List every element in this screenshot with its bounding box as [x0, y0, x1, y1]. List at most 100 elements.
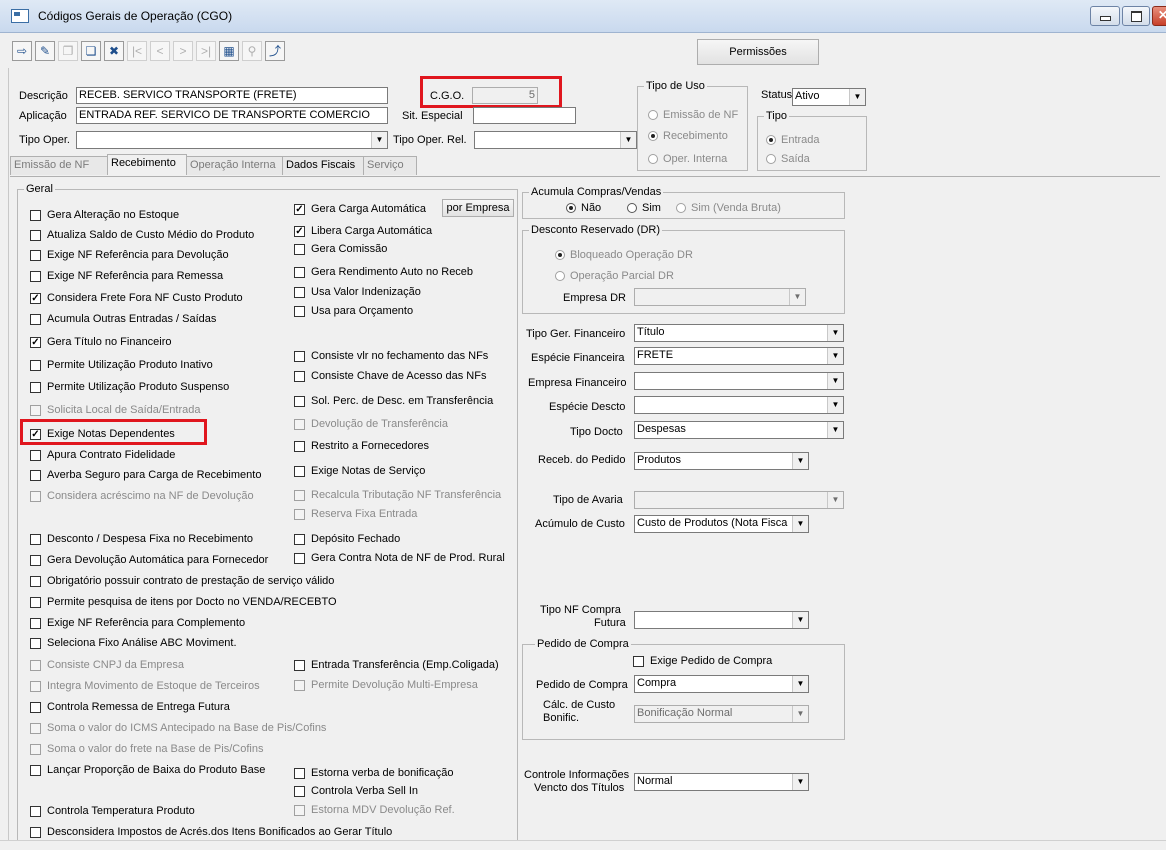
checkbox-label: Controla Remessa de Entrega Futura	[47, 701, 230, 713]
next-record-icon[interactable]: >	[173, 41, 193, 61]
checkbox-label: Consiste CNPJ da Empresa	[47, 659, 184, 671]
tab-divider	[10, 176, 1160, 177]
sit-especial-input[interactable]	[473, 107, 576, 124]
especie-fin-label: Espécie Financeira	[531, 352, 625, 364]
radio-label: Não	[581, 202, 602, 214]
previous-record-icon[interactable]: <	[150, 41, 170, 61]
empresa-fin-select[interactable]: ▼	[634, 372, 844, 390]
tab-operacao-interna[interactable]: Operação Interna	[186, 156, 283, 175]
checkbox-label: Exige NF Referência para Complemento	[47, 617, 246, 629]
checkbox-label: Permite Utilização Produto Suspenso	[47, 381, 230, 393]
geral-label: Geral	[24, 183, 55, 195]
checkbox-label: Acumula Outras Entradas / Saídas	[47, 313, 217, 325]
tipo-oper-rel-label: Tipo Oper. Rel.	[393, 134, 467, 146]
checkbox-label: Gera Rendimento Auto no Receb	[311, 266, 474, 278]
checkbox-label: Considera acréscimo na NF de Devolução	[47, 490, 254, 502]
close-button[interactable]: ✕	[1152, 6, 1166, 26]
window-title: Códigos Gerais de Operação (CGO)	[38, 9, 233, 23]
chevron-down-icon: ▼	[792, 706, 808, 722]
export-icon[interactable]: ⤴	[265, 41, 285, 61]
especie-fin-select[interactable]: FRETE ▼	[634, 347, 844, 365]
chevron-down-icon: ▼	[792, 612, 808, 628]
tipo-docto-select[interactable]: Despesas ▼	[634, 421, 844, 439]
tab-servico[interactable]: Serviço	[363, 156, 417, 175]
receb-pedido-value: Produtos	[637, 454, 682, 466]
tipo-ger-fin-select[interactable]: Título ▼	[634, 324, 844, 342]
pedido-select[interactable]: Compra ▼	[634, 675, 809, 693]
checkbox-label: Permite Utilização Produto Inativo	[47, 359, 213, 371]
empresa-fin-label: Empresa Financeiro	[528, 377, 627, 389]
first-record-icon[interactable]: |<	[127, 41, 147, 61]
radio-label: Oper. Interna	[663, 153, 728, 165]
checkbox-label: Solicita Local de Saída/Entrada	[47, 404, 201, 416]
document-icon[interactable]: ❏	[81, 41, 101, 61]
aplicacao-label: Aplicação	[19, 110, 67, 122]
exit-icon[interactable]: ⇨	[12, 41, 32, 61]
checkbox-label: Consiste Chave de Acesso das NFs	[311, 370, 487, 382]
tipo-oper-select[interactable]: ▼	[76, 131, 388, 149]
controle-value: Normal	[637, 775, 673, 787]
maximize-icon	[1131, 11, 1142, 22]
chevron-down-icon: ▼	[827, 422, 843, 438]
checkbox-label: Estorna verba de bonificação	[311, 767, 454, 779]
last-record-icon[interactable]: >|	[196, 41, 216, 61]
radio-label: Recebimento	[663, 130, 728, 142]
tipo-avaria-select[interactable]: ▼	[634, 491, 844, 509]
tipo-avaria-label: Tipo de Avaria	[553, 494, 623, 506]
controle-select[interactable]: Normal ▼	[634, 773, 809, 791]
chevron-down-icon: ▼	[792, 453, 808, 469]
especie-desc-label: Espécie Descto	[549, 401, 626, 413]
tipo-oper-rel-select[interactable]: ▼	[474, 131, 637, 149]
chevron-down-icon: ▼	[371, 132, 387, 148]
cgo-label: C.G.O.	[430, 90, 465, 102]
calc-custo-label: Cálc. de Custo	[543, 699, 616, 711]
controle-label: Controle Informações	[524, 769, 630, 781]
checkbox-label: Gera Alteração no Estoque	[47, 209, 180, 221]
aplicacao-input[interactable]: ENTRADA REF. SERVICO DE TRANSPORTE COMER…	[76, 107, 388, 124]
checkbox-label: Obrigatório possuir contrato de prestaçã…	[47, 575, 335, 587]
calc-custo-select[interactable]: Bonificação Normal ▼	[634, 705, 809, 723]
radio-label: Sim (Venda Bruta)	[691, 202, 781, 214]
receb-pedido-select[interactable]: Produtos ▼	[634, 452, 809, 470]
tab-dados-fiscais[interactable]: Dados Fiscais	[282, 156, 364, 175]
radio-label: Emissão de NF	[663, 109, 739, 121]
checkbox-label: Gera Carga Automática	[311, 203, 426, 215]
tab-recebimento[interactable]: Recebimento	[107, 154, 187, 175]
tab-emissao-nf[interactable]: Emissão de NF	[10, 156, 108, 175]
tipo-nf-select[interactable]: ▼	[634, 611, 809, 629]
radio-label: Saída	[781, 153, 810, 165]
copy-icon[interactable]: ❐	[58, 41, 78, 61]
title-bar: Códigos Gerais de Operação (CGO) ✕	[0, 0, 1166, 33]
checkbox-label: Averba Seguro para Carga de Recebimento	[47, 469, 262, 481]
tipo-nf-label-2: Futura	[594, 617, 626, 629]
minimize-button[interactable]	[1090, 6, 1120, 26]
cgo-input[interactable]: 5	[472, 87, 538, 104]
checkbox-label: Desconsidera Impostos de Acrés.dos Itens…	[47, 826, 393, 838]
checkbox-label: Soma o valor do ICMS Antecipado na Base …	[47, 722, 327, 734]
checkbox-label: Devolução de Transferência	[311, 418, 448, 430]
acumulo-custo-select[interactable]: Custo de Produtos (Nota Fisca ▼	[634, 515, 809, 533]
tipo-docto-value: Despesas	[637, 423, 686, 435]
delete-document-icon[interactable]: ✖	[104, 41, 124, 61]
checkbox-label: Considera Frete Fora NF Custo Produto	[47, 292, 243, 304]
grid-icon[interactable]: ▦	[219, 41, 239, 61]
pedido-value: Compra	[637, 677, 677, 689]
especie-desc-select[interactable]: ▼	[634, 396, 844, 414]
search-icon[interactable]: ⚲	[242, 41, 262, 61]
chevron-down-icon: ▼	[827, 325, 843, 341]
radio-label: Entrada	[781, 134, 820, 146]
permissoes-button[interactable]: Permissões	[697, 39, 819, 65]
chevron-down-icon: ▼	[827, 397, 843, 413]
empresa-dr-label: Empresa DR	[563, 292, 626, 304]
minimize-icon	[1100, 16, 1111, 21]
chevron-down-icon: ▼	[827, 348, 843, 364]
empresa-dr-select[interactable]: ▼	[634, 288, 806, 306]
por-empresa-button[interactable]: por Empresa	[442, 199, 514, 217]
pedido-compra-group-label: Pedido de Compra	[535, 638, 631, 650]
maximize-button[interactable]	[1122, 6, 1150, 26]
eraser-icon[interactable]: ✎	[35, 41, 55, 61]
chevron-down-icon: ▼	[827, 492, 843, 508]
status-select[interactable]: Ativo ▼	[792, 88, 866, 106]
descricao-input[interactable]: RECEB. SERVICO TRANSPORTE (FRETE)	[76, 87, 388, 104]
left-edge	[0, 68, 9, 840]
